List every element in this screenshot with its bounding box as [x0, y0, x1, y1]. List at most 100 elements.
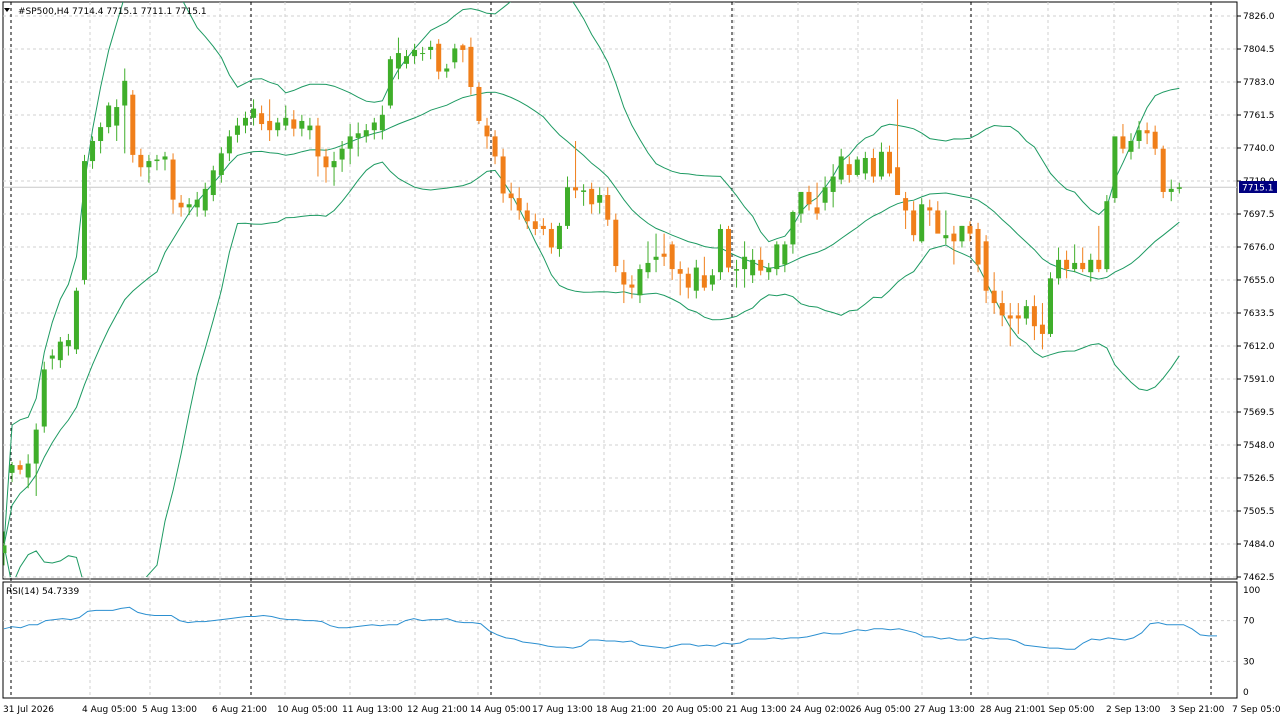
candle-body: [1136, 130, 1142, 142]
price-tick-label: 7462.5: [1243, 573, 1275, 583]
candle[interactable]: [82, 154, 87, 285]
time-tick-label: 3 Sep 21:00: [1170, 705, 1225, 715]
candle[interactable]: [1104, 195, 1110, 273]
candle-body: [830, 176, 836, 192]
candle-body: [379, 114, 385, 131]
candle-body: [49, 355, 55, 359]
price-tick-label: 7591.0: [1243, 375, 1275, 385]
price-tick-label: 7804.5: [1243, 45, 1275, 55]
candle[interactable]: [613, 213, 619, 273]
candle-body: [629, 284, 635, 288]
rsi-tick-label: 100: [1243, 586, 1260, 596]
candle-body: [999, 303, 1005, 316]
symbol-label: #SP500,H4: [18, 7, 69, 17]
candle-body: [573, 187, 579, 191]
candle-body: [73, 290, 79, 350]
candle-body: [202, 188, 208, 211]
candle-body: [98, 127, 104, 142]
candle-body: [653, 256, 659, 260]
candle-body: [693, 267, 699, 291]
candle-body: [299, 120, 305, 129]
candle-body: [444, 68, 450, 72]
candle-body: [814, 207, 820, 214]
candle-body: [243, 117, 248, 126]
candle-body: [500, 156, 506, 194]
candle-body: [959, 225, 965, 242]
candle-body: [1007, 315, 1013, 319]
candle-body: [1015, 315, 1021, 319]
time-tick-label: 6 Aug 21:00: [212, 705, 267, 715]
candle[interactable]: [130, 90, 136, 163]
rsi-label: RSI(14) 54.7339: [6, 587, 79, 597]
time-tick-label: 14 Aug 05:00: [470, 705, 531, 715]
candle-body: [122, 80, 128, 106]
candle-body: [476, 86, 482, 121]
candle-body: [605, 195, 611, 220]
candle-body: [1152, 131, 1158, 149]
candle-body: [742, 256, 748, 270]
candle-body: [339, 148, 345, 160]
candle-body: [90, 141, 96, 162]
price-tick-label: 7676.0: [1243, 243, 1275, 253]
time-tick-label: 26 Aug 05:00: [850, 705, 911, 715]
candle-body: [1120, 136, 1126, 149]
candle-body: [428, 46, 434, 50]
candle-body: [170, 159, 176, 200]
candle[interactable]: [1160, 145, 1166, 199]
candle[interactable]: [73, 287, 79, 354]
candle[interactable]: [476, 82, 482, 125]
candle-body: [838, 156, 844, 180]
candle-body: [283, 117, 289, 126]
candle-body: [709, 275, 715, 285]
candle-body: [371, 122, 377, 131]
candle-body: [1023, 306, 1029, 319]
candle-body: [782, 244, 788, 265]
candle[interactable]: [387, 56, 393, 109]
candle-body: [1096, 259, 1102, 270]
price-tick-label: 7548.0: [1243, 441, 1275, 451]
candle-body: [846, 164, 852, 175]
time-axis[interactable]: 31 Jul 2026 4 Aug 05:00 5 Aug 13:00 6 Aug 2…: [3, 705, 1280, 715]
candle-body: [484, 125, 490, 137]
candle-body: [226, 136, 232, 154]
candle[interactable]: [1048, 272, 1053, 338]
candle-body: [758, 259, 764, 271]
chart-window[interactable]: 7826.07804.57783.07761.57740.07719.07697…: [0, 0, 1280, 720]
price-tick-label: 7761.5: [1243, 111, 1275, 121]
candle-body: [138, 154, 144, 168]
candle-body: [798, 191, 804, 214]
candle-body: [114, 107, 120, 126]
candle[interactable]: [41, 361, 47, 433]
candle-body: [822, 187, 828, 203]
candle-body: [903, 198, 909, 211]
candle[interactable]: [717, 224, 723, 280]
candle-body: [452, 48, 458, 63]
candle-body: [581, 190, 587, 192]
candle-body: [1064, 259, 1070, 270]
candle-body: [862, 157, 868, 174]
candle-body: [492, 136, 498, 157]
candle-body: [597, 195, 603, 203]
candle-body: [218, 153, 224, 175]
chart-canvas[interactable]: 7826.07804.57783.07761.57740.07719.07697…: [0, 0, 1280, 720]
price-tick-label: 7505.5: [1243, 507, 1275, 517]
candle-body: [307, 125, 313, 131]
candle-body: [146, 161, 152, 168]
candle-body: [57, 341, 63, 361]
candle-body: [565, 187, 570, 226]
candle[interactable]: [919, 198, 925, 243]
price-tick-label: 7740.0: [1243, 144, 1275, 154]
candle-body: [870, 157, 876, 177]
candle-body: [1168, 188, 1174, 192]
candle-body: [919, 204, 925, 242]
candle-body: [613, 219, 619, 267]
candle-body: [669, 244, 675, 270]
candle[interactable]: [726, 225, 731, 273]
candle-body: [887, 151, 892, 174]
rsi-tick-label: 70: [1243, 617, 1255, 627]
price-tag: 7715.1: [1242, 184, 1274, 194]
candle-body: [347, 136, 353, 149]
candle-body: [436, 43, 442, 72]
candle-body: [661, 253, 667, 257]
candle[interactable]: [1112, 136, 1118, 203]
